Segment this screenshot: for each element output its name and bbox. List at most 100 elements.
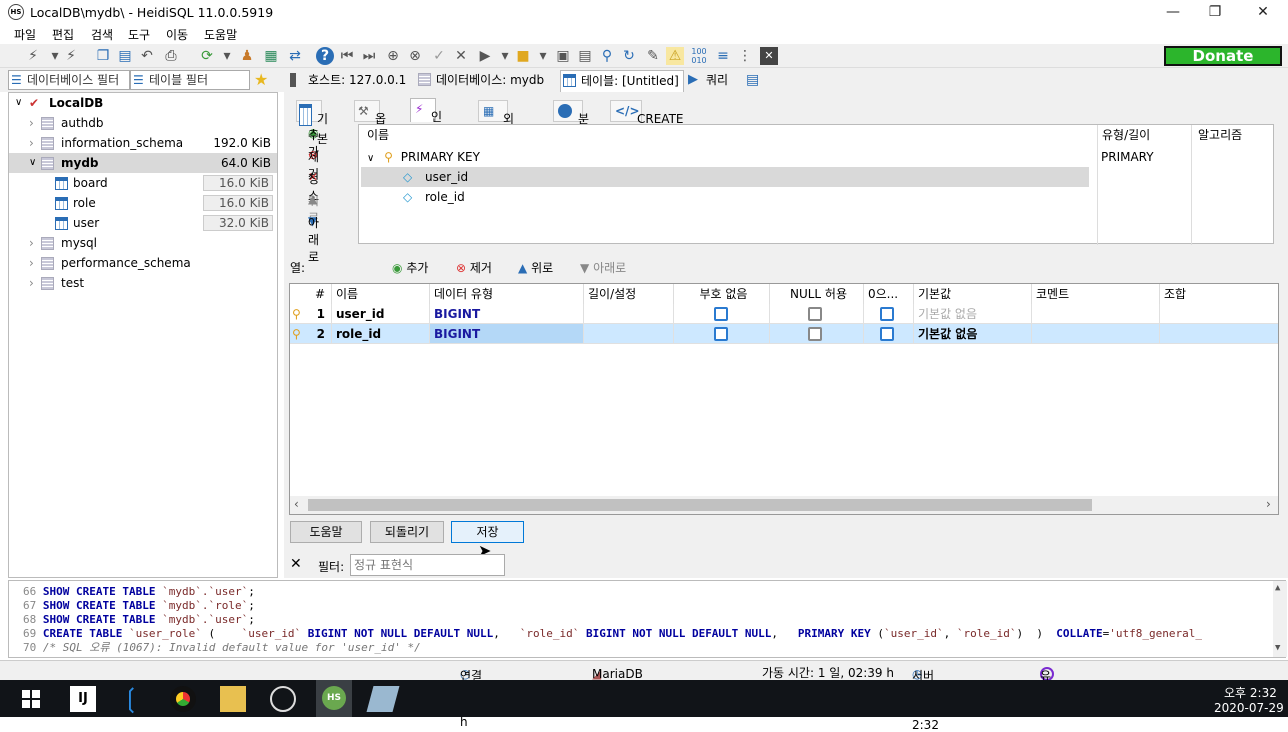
collation-cell[interactable] [1160,304,1278,324]
expand-icon[interactable]: › [29,133,34,153]
close-filter-icon[interactable]: ✕ [290,556,302,572]
close-button[interactable]: ✕ [1240,0,1286,24]
expand-icon[interactable]: › [29,253,34,273]
header-zerofill[interactable]: 0으... [864,284,914,304]
tab-indexes[interactable]: ⚡인덱스 [410,98,442,164]
file-explorer-icon[interactable] [220,686,246,712]
disconnect-icon[interactable]: ⚡ [62,47,80,65]
intellij-icon[interactable]: IJ [70,686,96,712]
minimize-button[interactable]: — [1150,0,1196,24]
horizontal-scrollbar[interactable]: ‹ › [290,496,1278,514]
print-icon[interactable]: ⎙ [162,47,180,65]
sql-log-scrollbar[interactable]: ▲ ▼ [1273,581,1287,657]
table-row[interactable]: ⚲ 2 role_id BIGINT 기본값 없음 [290,324,1278,344]
zerofill-cell[interactable] [864,324,914,344]
column-name-cell[interactable]: role_id [332,324,430,344]
unsigned-cell[interactable] [674,324,770,344]
cancel-icon[interactable]: ✕ [452,47,470,65]
copy-icon[interactable]: ❐ [94,47,112,65]
snippets-icon[interactable]: ▤ [576,47,594,65]
unsigned-checkbox[interactable] [714,307,728,321]
restore-button[interactable]: ❐ [1192,0,1238,24]
taskbar-date[interactable]: 2020-07-29 [1214,701,1284,715]
tab-foreign-keys[interactable]: ▦외래 키 [478,100,514,166]
find-icon[interactable]: ⚲ [598,47,616,65]
unsigned-checkbox[interactable] [714,327,728,341]
tab-host[interactable]: 호스트: 127.0.0.1 [288,70,406,92]
users-icon[interactable]: ♟ [238,47,256,65]
column-type-cell[interactable]: BIGINT [430,324,584,344]
chrome-icon[interactable] [170,686,196,712]
scroll-left-icon[interactable]: ‹ [294,497,299,511]
scroll-right-icon[interactable]: › [1266,497,1271,511]
help-button[interactable]: 도움말 [290,521,362,543]
header-number[interactable]: # [290,284,332,304]
windows-start-icon[interactable] [20,686,46,712]
index-tree[interactable]: 이름 유형/길이 알고리즘 ∨ ⚲ PRIMARY KEY PRIMARY ◇ … [358,124,1274,245]
menu-file[interactable]: 파일 [14,26,36,43]
tree-item-mysql[interactable]: › mysql [9,233,277,253]
table-filter-input[interactable]: ☰ 테이블 필터 [130,70,250,90]
tree-item-board[interactable]: board 16.0 KiB [9,173,277,193]
index-column-role-id[interactable]: ◇ role_id [361,187,1089,207]
tab-options[interactable]: ⚒옵션 [354,100,386,146]
column-add-button[interactable]: ◉ 추가 [392,259,428,276]
tree-item-role[interactable]: role 16.0 KiB [9,193,277,213]
notes-app-icon[interactable] [366,686,400,712]
expand-icon[interactable]: › [29,113,34,133]
run-dropdown-icon[interactable]: ▾ [496,47,514,65]
column-down-button[interactable]: ▼ 아래로 [580,259,626,276]
menu-tools[interactable]: 도구 [128,26,150,43]
undo-icon[interactable]: ↶ [138,47,156,65]
refresh-dropdown-icon[interactable]: ▾ [218,47,236,65]
zerofill-checkbox[interactable] [880,307,894,321]
close-tab-icon[interactable]: ✕ [760,47,778,65]
menu-help[interactable]: 도움말 [204,26,237,43]
tree-item-authdb[interactable]: › authdb [9,113,277,133]
binary-icon[interactable]: 100 010 [690,47,708,65]
help-icon[interactable]: ? [316,47,334,65]
allow-null-cell[interactable] [770,324,864,344]
header-comment[interactable]: 코멘트 [1032,284,1160,304]
scroll-up-icon[interactable]: ▲ [1275,583,1280,593]
header-collation[interactable]: 조합 [1160,284,1278,304]
post-record-icon[interactable]: ✓ [430,47,448,65]
header-datatype[interactable]: 데이터 유형 [430,284,584,304]
tab-partitions[interactable]: 분할 [553,100,589,146]
collapse-icon[interactable]: ∨ [367,153,374,164]
tab-query[interactable]: ▶ 쿼리 [686,70,728,92]
vscode-icon[interactable]: ❲ [120,686,146,712]
column-up-button[interactable]: ▲ 위로 [518,259,553,276]
wrap-icon[interactable]: ≡ [714,47,732,65]
header-allow-null[interactable]: NULL 허용 [770,284,864,304]
paste-icon[interactable]: ▤ [116,47,134,65]
tab-table[interactable]: 테이블: [Untitled] [560,70,684,92]
scroll-down-icon[interactable]: ▼ [1275,643,1280,653]
index-primary-key[interactable]: ∨ ⚲ PRIMARY KEY [367,147,1067,167]
add-record-icon[interactable]: ⊕ [384,47,402,65]
tree-item-mydb[interactable]: ∨ mydb 64.0 KiB [9,153,277,173]
tree-item-performance-schema[interactable]: › performance_schema [9,253,277,273]
column-name-cell[interactable]: user_id [332,304,430,324]
menu-edit[interactable]: 편집 [52,26,74,43]
unsigned-cell[interactable] [674,304,770,324]
allow-null-cell[interactable] [770,304,864,324]
column-length-cell[interactable] [584,324,674,344]
menu-go[interactable]: 이동 [166,26,188,43]
tab-create-code[interactable]: </>CREATE 코드 [610,100,684,146]
sql-log[interactable]: 66 SHOW CREATE TABLE `mydb`.`user`; 67 SH… [8,580,1287,658]
taskbar-time[interactable]: 오후 2:32 [1224,684,1277,701]
heidisql-taskbar-item[interactable]: HS [316,680,352,717]
connect-icon[interactable]: ⚡ [24,47,42,65]
index-header-type[interactable]: 유형/길이 [1097,125,1150,245]
warning-icon[interactable]: ⚠ [666,47,684,65]
donate-button[interactable]: Donate [1164,46,1282,66]
star-icon[interactable]: ★ [254,70,268,89]
save-sql-icon[interactable]: ▣ [554,47,572,65]
header-default[interactable]: 기본값 [914,284,1032,304]
menu-search[interactable]: 검색 [91,26,113,43]
tree-item-test[interactable]: › test [9,273,277,293]
refresh-icon[interactable]: ⟳ [198,47,216,65]
table-row[interactable]: ⚲ 1 user_id BIGINT 기본값 없음 [290,304,1278,324]
collapse-icon[interactable]: ∨ [15,93,22,113]
